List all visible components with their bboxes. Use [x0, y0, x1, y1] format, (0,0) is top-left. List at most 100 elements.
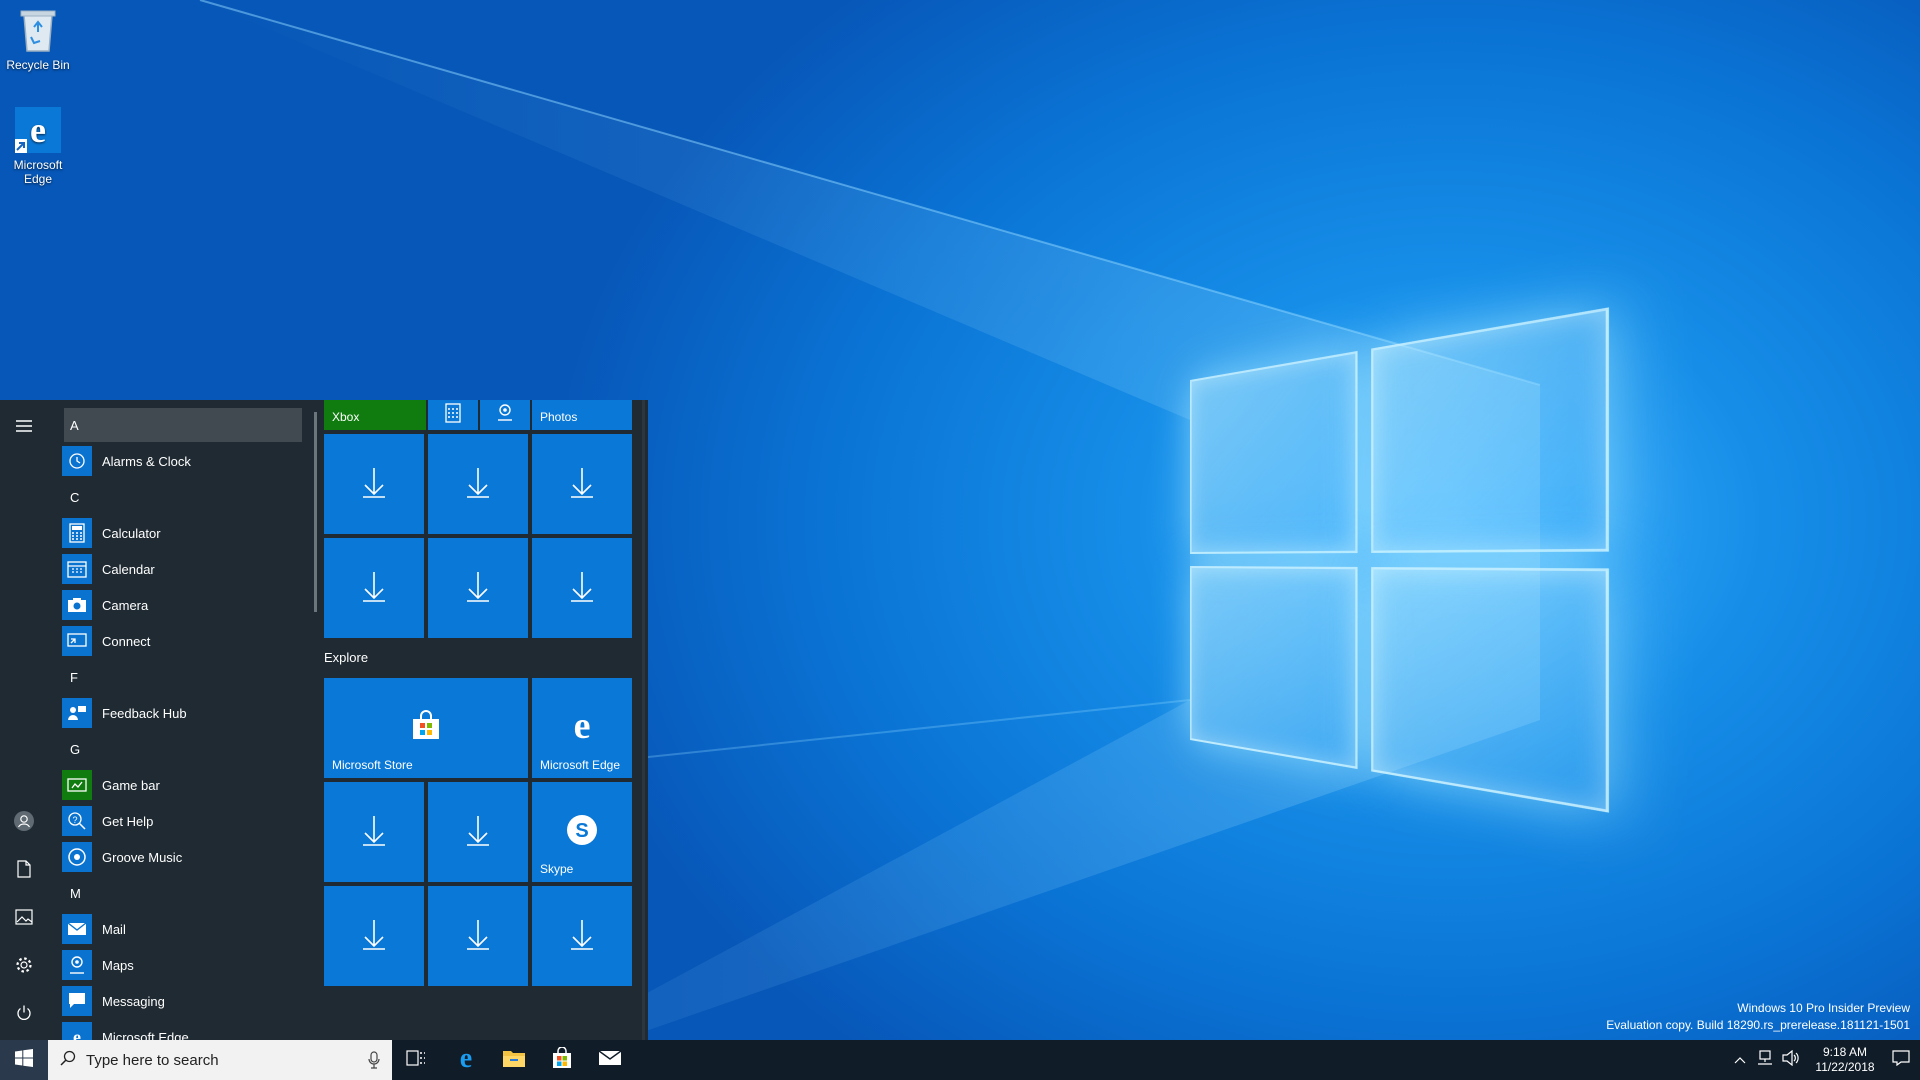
tile-download-placeholder[interactable] — [324, 886, 424, 986]
desktop-icon-recycle-bin[interactable]: Recycle Bin — [0, 6, 76, 72]
app-mail[interactable]: Mail — [62, 911, 302, 947]
tiles-scrollbar[interactable] — [642, 400, 645, 1040]
app-label: Game bar — [102, 777, 160, 793]
letter-header-g[interactable]: G — [64, 732, 302, 766]
download-arrow-icon — [362, 466, 386, 503]
app-label: Mail — [102, 921, 126, 937]
gear-icon — [15, 956, 33, 979]
tile-photos[interactable]: Photos — [532, 400, 632, 430]
download-arrow-icon — [570, 570, 594, 607]
taskbar-mail[interactable] — [586, 1040, 634, 1080]
store-bag-icon — [410, 709, 442, 747]
taskbar: e 9:18 AM 11/22/2018 — [0, 1040, 1920, 1080]
user-account-button[interactable] — [0, 799, 48, 847]
tile-microsoft-edge[interactable]: e Microsoft Edge — [532, 678, 632, 778]
taskbar-edge[interactable]: e — [442, 1040, 490, 1080]
clock-button[interactable]: 9:18 AM 11/22/2018 — [1806, 1040, 1884, 1080]
app-label: Groove Music — [102, 849, 183, 865]
tile-download-placeholder[interactable] — [532, 538, 632, 638]
app-list[interactable]: A Alarms & Clock C Calculator Calendar C… — [48, 400, 316, 1040]
settings-button[interactable] — [0, 943, 48, 991]
edge-icon: e — [454, 1043, 478, 1075]
app-messaging[interactable]: Messaging — [62, 983, 302, 1019]
app-calendar[interactable]: Calendar — [62, 551, 302, 587]
app-get-help[interactable]: ? Get Help — [62, 803, 302, 839]
download-arrow-icon — [466, 570, 490, 607]
tiles-area: Xbox Photos Explore Microsoft Store e Mi… — [316, 400, 648, 1040]
app-label: Connect — [102, 633, 151, 649]
taskbar-file-explorer[interactable] — [490, 1040, 538, 1080]
letter-header-a[interactable]: A — [64, 408, 302, 442]
skype-icon: S — [564, 812, 600, 853]
app-groove-music[interactable]: Groove Music — [62, 839, 302, 875]
network-icon — [1756, 1049, 1774, 1071]
task-view-button[interactable] — [392, 1040, 440, 1080]
power-button[interactable] — [0, 991, 48, 1039]
app-camera[interactable]: Camera — [62, 587, 302, 623]
tile-download-placeholder[interactable] — [324, 782, 424, 882]
search-icon — [60, 1050, 76, 1071]
desktop-icon-microsoft-edge[interactable]: e Microsoft Edge — [0, 106, 76, 186]
app-label: Get Help — [102, 813, 154, 829]
app-label: Alarms & Clock — [102, 453, 191, 469]
download-arrow-icon — [362, 814, 386, 851]
tile-group-title-explore[interactable]: Explore — [324, 650, 368, 665]
app-label: Maps — [102, 957, 134, 973]
tile-download-placeholder[interactable] — [532, 434, 632, 534]
tile-download-placeholder[interactable] — [324, 434, 424, 534]
app-connect[interactable]: Connect — [62, 623, 302, 659]
taskbar-search-box[interactable] — [48, 1040, 392, 1080]
document-icon — [16, 859, 32, 883]
letter-header-c[interactable]: C — [64, 480, 302, 514]
download-arrow-icon — [362, 918, 386, 955]
letter-header-m[interactable]: M — [64, 876, 302, 910]
taskbar-microsoft-store[interactable] — [538, 1040, 586, 1080]
network-button[interactable] — [1752, 1040, 1778, 1080]
search-input[interactable] — [86, 1051, 346, 1069]
clock-time: 9:18 AM — [1822, 1045, 1868, 1059]
tile-microsoft-store[interactable]: Microsoft Store — [324, 678, 528, 778]
edge-icon: e — [565, 705, 599, 748]
documents-button[interactable] — [0, 847, 48, 895]
app-alarms-clock[interactable]: Alarms & Clock — [62, 443, 302, 479]
app-feedback-hub[interactable]: Feedback Hub — [62, 695, 302, 731]
app-game-bar[interactable]: Game bar — [62, 767, 302, 803]
app-microsoft-edge[interactable]: e Microsoft Edge — [62, 1019, 302, 1040]
show-hidden-icons-button[interactable] — [1728, 1040, 1752, 1080]
microphone-icon[interactable] — [368, 1051, 380, 1074]
chevron-up-icon — [1734, 1051, 1746, 1069]
tile-skype[interactable]: S Skype — [532, 782, 632, 882]
tile-maps[interactable] — [480, 400, 530, 430]
tile-download-placeholder[interactable] — [324, 538, 424, 638]
tile-calculator[interactable] — [428, 400, 478, 430]
tile-download-placeholder[interactable] — [428, 886, 528, 986]
tile-xbox[interactable]: Xbox — [324, 400, 426, 430]
volume-button[interactable] — [1778, 1040, 1804, 1080]
pictures-icon — [15, 908, 33, 930]
app-maps[interactable]: Maps — [62, 947, 302, 983]
letter-text: G — [70, 741, 81, 757]
tile-download-placeholder[interactable] — [532, 886, 632, 986]
app-calculator[interactable]: Calculator — [62, 515, 302, 551]
user-avatar-icon — [13, 810, 35, 837]
action-center-button[interactable] — [1886, 1040, 1916, 1080]
calculator-icon — [62, 518, 92, 548]
task-view-icon — [406, 1049, 426, 1071]
hamburger-icon — [15, 419, 33, 438]
letter-header-f[interactable]: F — [64, 660, 302, 694]
download-arrow-icon — [466, 814, 490, 851]
pictures-button[interactable] — [0, 895, 48, 943]
expand-menu-button[interactable] — [0, 404, 48, 452]
tile-download-placeholder[interactable] — [428, 538, 528, 638]
tile-download-placeholder[interactable] — [428, 434, 528, 534]
download-arrow-icon — [362, 570, 386, 607]
start-button[interactable] — [0, 1040, 48, 1080]
windows-logo-icon — [15, 1048, 33, 1072]
app-label: Camera — [102, 597, 149, 613]
letter-text: M — [70, 885, 81, 901]
svg-text:e: e — [30, 110, 46, 150]
tile-label: Microsoft Store — [332, 758, 413, 772]
download-arrow-icon — [466, 918, 490, 955]
tile-download-placeholder[interactable] — [428, 782, 528, 882]
download-arrow-icon — [570, 466, 594, 503]
